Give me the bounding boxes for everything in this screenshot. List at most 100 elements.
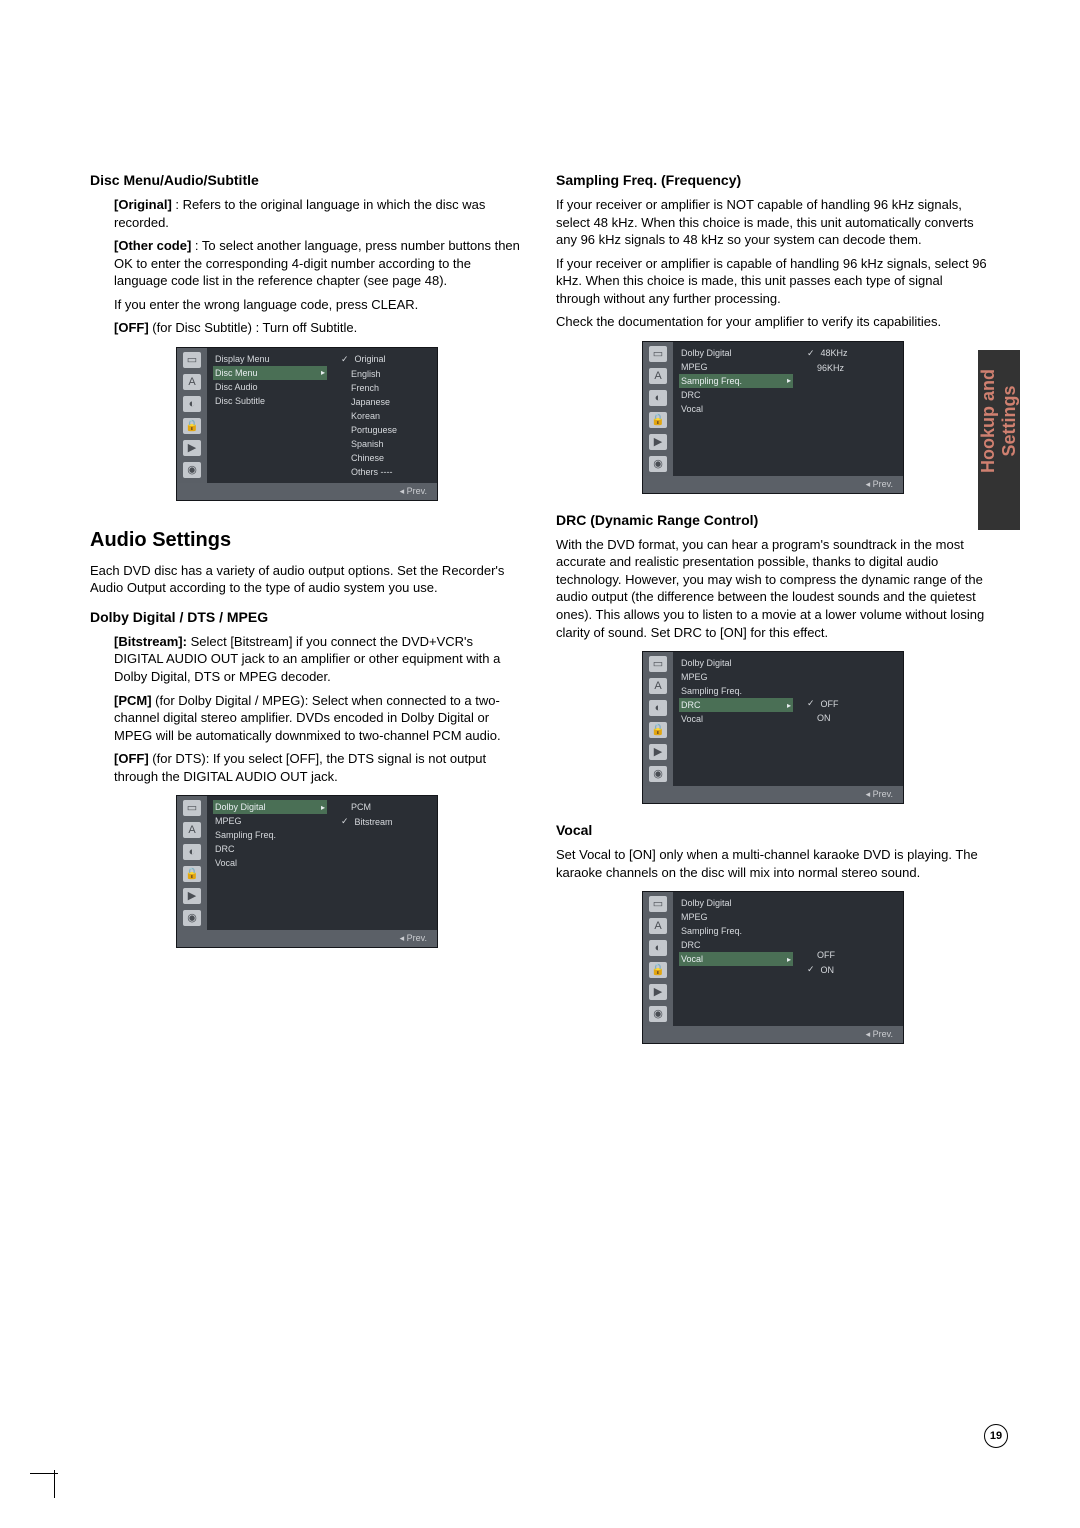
- osd-opt: 96KHz: [805, 361, 897, 375]
- osd-icon: A: [649, 678, 667, 694]
- osd-row: Dolby Digital: [679, 346, 793, 360]
- osd-icon: ▶: [183, 888, 201, 904]
- osd-icon: ▶: [183, 440, 201, 456]
- osd-row: Disc Audio: [213, 380, 327, 394]
- osd-opt: Japanese: [339, 395, 431, 409]
- osd-icon: ▭: [649, 346, 667, 362]
- dolby-bitstream: [Bitstream]: Select [Bitstream] if you c…: [114, 633, 524, 686]
- osd-mid-list: Display Menu Disc Menu▸ Disc Audio Disc …: [207, 348, 333, 483]
- osd-row-selected: Disc Menu▸: [213, 366, 327, 380]
- osd-icon-col: ▭ A ◐ 🔒 ▶ ◉: [177, 796, 207, 930]
- osd-dolby: ▭ A ◐ 🔒 ▶ ◉ Dolby Digital▸ MPEG Sampling…: [176, 795, 438, 948]
- left-column: Disc Menu/Audio/Subtitle [Original] : Re…: [90, 160, 524, 1062]
- osd-icon: ▭: [649, 656, 667, 672]
- osd-icon: ◉: [649, 456, 667, 472]
- disc-menu-heading: Disc Menu/Audio/Subtitle: [90, 172, 524, 188]
- osd-options: PCM Bitstream: [333, 796, 437, 930]
- osd-prev: ◂ Prev.: [643, 786, 903, 803]
- osd-options: Original English French Japanese Korean …: [333, 348, 437, 483]
- section-tab: Hookup and Settings: [978, 350, 1020, 530]
- off-text: (for Disc Subtitle) : Turn off Subtitle.: [149, 320, 358, 335]
- original-label: [Original]: [114, 197, 172, 212]
- osd-opt: Bitstream: [339, 814, 431, 829]
- osd-icon: ▭: [649, 896, 667, 912]
- osd-icon-col: ▭ A ◐ 🔒 ▶ ◉: [643, 342, 673, 476]
- osd-icon-col: ▭ A ◐ 🔒 ▶ ◉: [643, 652, 673, 786]
- osd-prev: ◂ Prev.: [177, 930, 437, 947]
- disc-menu-wrong: If you enter the wrong language code, pr…: [114, 296, 524, 314]
- osd-icon: ◉: [649, 1006, 667, 1022]
- osd-mid-list: Dolby Digital MPEG Sampling Freq. DRC▸ V…: [673, 652, 799, 786]
- osd-row: DRC: [679, 388, 793, 402]
- osd-row: Sampling Freq.: [679, 684, 793, 698]
- crop-mark: [30, 1473, 58, 1474]
- osd-icon: ◐: [183, 396, 201, 412]
- osd-row: MPEG: [679, 670, 793, 684]
- osd-row: MPEG: [679, 360, 793, 374]
- osd-drc: ▭ A ◐ 🔒 ▶ ◉ Dolby Digital MPEG Sampling …: [642, 651, 904, 804]
- osd-row: Dolby Digital: [679, 656, 793, 670]
- osd-icon: 🔒: [649, 412, 667, 428]
- osd-opt: Korean: [339, 409, 431, 423]
- crop-mark: [54, 1470, 55, 1498]
- osd-opt: ON: [805, 711, 897, 725]
- osd-opt: English: [339, 367, 431, 381]
- osd-row: MPEG: [213, 814, 327, 828]
- dolby-off: [OFF] (for DTS): If you select [OFF], th…: [114, 750, 524, 785]
- osd-row: DRC: [679, 938, 793, 952]
- osd-icon-col: ▭ A ◐ 🔒 ▶ ◉: [177, 348, 207, 483]
- disc-menu-other: [Other code] : To select another languag…: [114, 237, 524, 290]
- osd-icon: ◉: [183, 462, 201, 478]
- osd-prev: ◂ Prev.: [177, 483, 437, 500]
- osd-icon: ▶: [649, 984, 667, 1000]
- sampling-heading: Sampling Freq. (Frequency): [556, 172, 990, 188]
- osd-icon: ◐: [649, 940, 667, 956]
- osd-row: Vocal: [679, 402, 793, 416]
- osd-icon: ◐: [649, 700, 667, 716]
- osd-row: Display Menu: [213, 352, 327, 366]
- osd-row: Sampling Freq.: [213, 828, 327, 842]
- bitstream-label: [Bitstream]:: [114, 634, 187, 649]
- dts-off-text: (for DTS): If you select [OFF], the DTS …: [114, 751, 486, 784]
- osd-icon: A: [183, 822, 201, 838]
- vocal-heading: Vocal: [556, 822, 990, 838]
- dolby-heading: Dolby Digital / DTS / MPEG: [90, 609, 524, 625]
- pcm-label: [PCM]: [114, 693, 152, 708]
- audio-settings-intro: Each DVD disc has a variety of audio out…: [90, 562, 524, 597]
- osd-row-selected: Dolby Digital▸: [213, 800, 327, 814]
- osd-icon: ◐: [183, 844, 201, 860]
- drc-heading: DRC (Dynamic Range Control): [556, 512, 990, 528]
- tab-line1: Hookup and: [978, 369, 999, 473]
- osd-opt: Spanish: [339, 437, 431, 451]
- osd-mid-list: Dolby Digital MPEG Sampling Freq.▸ DRC V…: [673, 342, 799, 476]
- osd-row: DRC: [213, 842, 327, 856]
- osd-opt: 48KHz: [805, 346, 897, 361]
- osd-opt: Others ----: [339, 465, 431, 479]
- sampling-p2: If your receiver or amplifier is capable…: [556, 255, 990, 308]
- osd-icon: ▶: [649, 744, 667, 760]
- osd-icon: ▭: [183, 800, 201, 816]
- osd-opt: Original: [339, 352, 431, 367]
- osd-mid-list: Dolby Digital MPEG Sampling Freq. DRC Vo…: [673, 892, 799, 1026]
- osd-icon: A: [649, 918, 667, 934]
- drc-text: With the DVD format, you can hear a prog…: [556, 536, 990, 641]
- osd-opt: OFF: [805, 948, 897, 962]
- tab-line2: Settings: [999, 369, 1020, 473]
- osd-icon: ◐: [649, 390, 667, 406]
- osd-icon: 🔒: [183, 866, 201, 882]
- right-column: Sampling Freq. (Frequency) If your recei…: [556, 160, 990, 1062]
- osd-row: Vocal: [679, 712, 793, 726]
- osd-row-selected: DRC▸: [679, 698, 793, 712]
- osd-opt: ON: [805, 962, 897, 977]
- osd-row-selected: Sampling Freq.▸: [679, 374, 793, 388]
- osd-icon: 🔒: [649, 962, 667, 978]
- manual-page: Hookup and Settings Disc Menu/Audio/Subt…: [0, 0, 1080, 1528]
- osd-options: OFF ON: [799, 892, 903, 1026]
- off-label: [OFF]: [114, 320, 149, 335]
- osd-vocal: ▭ A ◐ 🔒 ▶ ◉ Dolby Digital MPEG Sampling …: [642, 891, 904, 1044]
- osd-icon-col: ▭ A ◐ 🔒 ▶ ◉: [643, 892, 673, 1026]
- osd-mid-list: Dolby Digital▸ MPEG Sampling Freq. DRC V…: [207, 796, 333, 930]
- osd-icon: A: [183, 374, 201, 390]
- osd-row: Vocal: [213, 856, 327, 870]
- sampling-p3: Check the documentation for your amplifi…: [556, 313, 990, 331]
